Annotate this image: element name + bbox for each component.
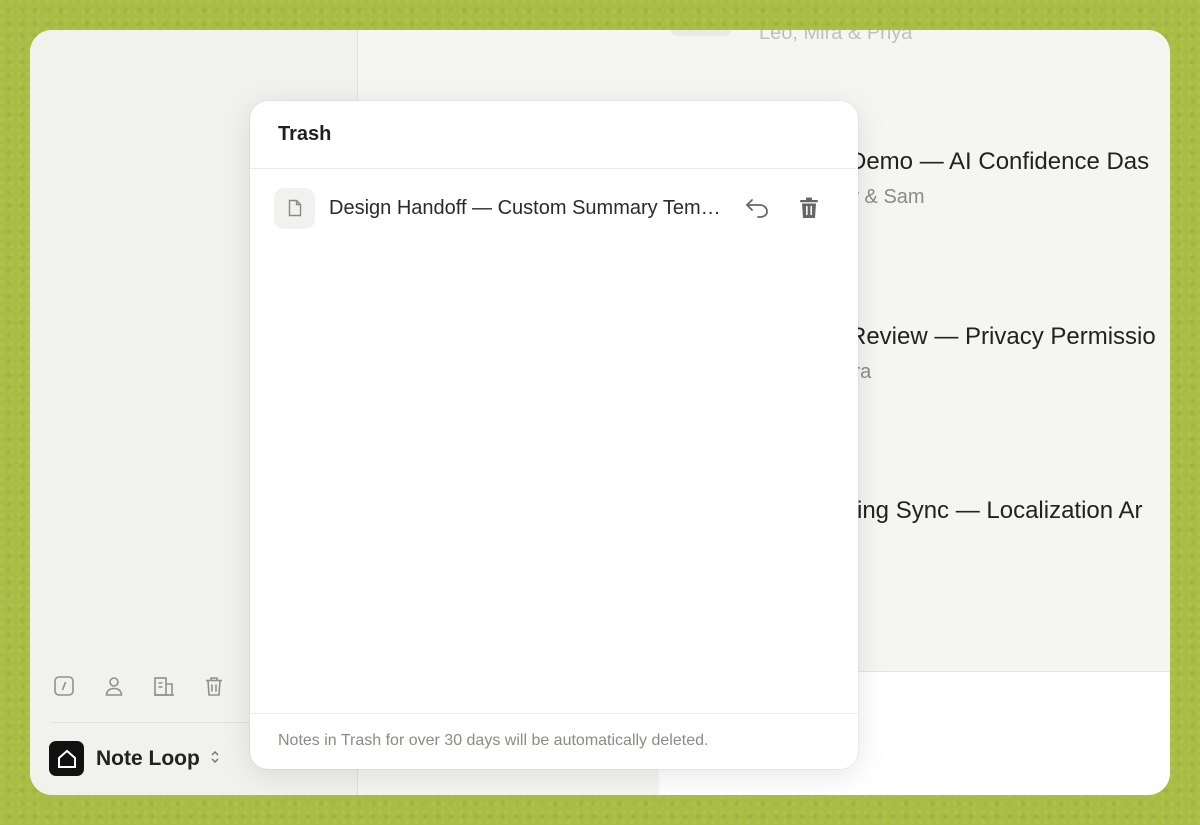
note-participants: Leo, Mira & Priya — [759, 30, 913, 44]
note-title: Demo — AI Confidence Das — [849, 148, 1150, 175]
building-icon[interactable] — [152, 674, 176, 698]
note-participants: y & Sam — [849, 186, 925, 208]
note-avatar-placeholder — [671, 30, 731, 36]
note-title: ring Sync — Localization Ar — [849, 497, 1143, 524]
workspace-switcher[interactable]: Note Loop — [49, 741, 220, 776]
trash-item-title: Design Handoff — Custom Summary Template… — [329, 196, 721, 219]
compose-icon[interactable] — [52, 674, 76, 698]
note-title: Review — Privacy Permissio — [849, 323, 1156, 350]
dialog-title: Trash — [278, 123, 332, 145]
workspace-name: Note Loop — [96, 746, 200, 770]
trash-item-actions — [742, 193, 824, 223]
dialog-header: Trash — [250, 101, 858, 169]
dialog-footer-note: Notes in Trash for over 30 days will be … — [250, 713, 858, 769]
delete-forever-icon[interactable] — [794, 193, 824, 223]
trash-dialog: Trash Design Handoff — Custom Summary Te… — [250, 101, 858, 769]
workspace-logo-icon — [49, 741, 84, 776]
document-icon — [274, 187, 315, 229]
restore-icon[interactable] — [742, 193, 772, 223]
chevron-updown-icon — [210, 749, 220, 768]
trash-list-item[interactable]: Design Handoff — Custom Summary Template… — [274, 187, 834, 229]
sidebar-toolbar — [52, 674, 226, 698]
person-icon[interactable] — [102, 674, 126, 698]
trash-icon[interactable] — [202, 674, 226, 698]
